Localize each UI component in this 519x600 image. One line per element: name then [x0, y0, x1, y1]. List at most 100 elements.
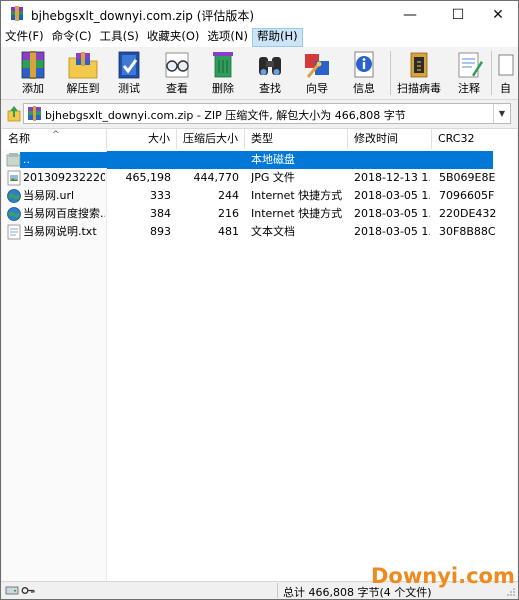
- minimize-button[interactable]: —: [389, 1, 431, 28]
- file-name: 当易网说明.txt: [23, 225, 97, 238]
- menu-tools[interactable]: 工具(S): [96, 28, 143, 47]
- file-modified: 2018-12-13 1...: [354, 171, 430, 184]
- table-row[interactable]: 当易网.url 333 244 Internet 快捷方式 2018-03-05…: [2, 187, 517, 205]
- table-row[interactable]: .. 本地磁盘: [2, 151, 517, 169]
- watermark: Downyi.com: [371, 564, 515, 588]
- drive-icon[interactable]: [5, 584, 19, 597]
- comment-icon: [458, 52, 483, 78]
- delete-button[interactable]: 删除: [201, 49, 245, 97]
- file-type: JPG 文件: [251, 171, 295, 184]
- minimize-icon: —: [403, 6, 417, 23]
- test-button[interactable]: 测试: [107, 49, 151, 97]
- resize-grip-icon[interactable]: [506, 587, 516, 597]
- test-label: 测试: [118, 82, 140, 95]
- file-name: 当易网百度搜索...: [23, 207, 105, 220]
- file-packed-size: 444,770: [193, 171, 240, 184]
- find-binoculars-icon: [259, 57, 281, 75]
- path-dropdown-button[interactable]: ▼: [493, 104, 510, 123]
- key-icon[interactable]: [21, 584, 35, 597]
- menu-file[interactable]: 文件(F): [1, 28, 48, 47]
- table-row[interactable]: 当易网说明.txt 893 481 文本文档 2018-03-05 1... 3…: [2, 223, 517, 241]
- view-glasses-icon: [165, 52, 189, 78]
- find-button[interactable]: 查找: [248, 49, 292, 97]
- menu-bar: 文件(F) 命令(C) 工具(S) 收藏夹(O) 选项(N) 帮助(H): [1, 28, 518, 47]
- file-crc: 30F8B88C: [439, 225, 496, 238]
- folder-up-icon: [6, 153, 21, 167]
- find-label: 查找: [259, 82, 281, 95]
- delete-icon: [213, 52, 233, 78]
- internet-shortcut-icon: [7, 207, 21, 221]
- column-header-modified[interactable]: 修改时间: [348, 129, 432, 149]
- close-button[interactable]: ✕: [477, 1, 519, 28]
- file-size: 465,198: [125, 171, 172, 184]
- scan-virus-button[interactable]: 扫描病毒: [397, 49, 441, 97]
- add-archive-icon: [21, 51, 45, 79]
- file-packed-size: 244: [218, 189, 239, 202]
- view-button[interactable]: 查看: [155, 49, 199, 97]
- column-header-name[interactable]: 名称 ^: [2, 129, 107, 149]
- file-packed-size: 216: [218, 207, 239, 220]
- file-crc: 7096605F: [439, 189, 495, 202]
- file-packed-size: 481: [218, 225, 239, 238]
- table-row[interactable]: 201309232220... 465,198 444,770 JPG 文件 2…: [2, 169, 517, 187]
- chevron-down-icon: ▼: [498, 109, 506, 118]
- comment-label: 注释: [458, 82, 480, 95]
- maximize-icon: ☐: [451, 6, 465, 23]
- menu-options[interactable]: 选项(N): [203, 28, 252, 47]
- info-icon: [354, 51, 374, 78]
- menu-favorites[interactable]: 收藏夹(O): [143, 28, 204, 47]
- info-label: 信息: [353, 82, 375, 95]
- menu-commands[interactable]: 命令(C): [48, 28, 96, 47]
- archive-path-field[interactable]: bjhebgsxlt_downyi.com.zip - ZIP 压缩文件, 解包…: [23, 103, 511, 124]
- add-label: 添加: [22, 82, 44, 95]
- text-file-icon: [7, 224, 21, 240]
- info-button[interactable]: 信息: [342, 49, 386, 97]
- file-crc: 220DE432: [439, 207, 497, 220]
- file-type: 文本文档: [251, 225, 295, 238]
- zip-archive-icon: [28, 106, 41, 121]
- file-crc: 5B069E8E: [439, 171, 496, 184]
- view-label: 查看: [166, 82, 188, 95]
- column-header-packed[interactable]: 压缩后大小: [177, 129, 245, 149]
- winrar-window: bjhebgsxlt_downyi.com.zip (评估版本) — ☐ ✕ 文…: [0, 0, 519, 600]
- toolbar-overflow-label: 自: [500, 82, 511, 95]
- up-one-level-icon[interactable]: [6, 105, 22, 123]
- test-icon: [118, 51, 140, 79]
- window-title: bjhebgsxlt_downyi.com.zip (评估版本): [31, 9, 255, 23]
- file-type: 本地磁盘: [251, 153, 295, 166]
- column-header-size[interactable]: 大小: [107, 129, 177, 149]
- file-type: Internet 快捷方式: [251, 189, 343, 202]
- file-name: ..: [23, 153, 30, 166]
- sort-ascending-icon: ^: [52, 130, 60, 140]
- file-name: 当易网.url: [23, 189, 75, 202]
- wizard-button[interactable]: 向导: [295, 49, 339, 97]
- file-modified: 2018-03-05 1...: [354, 225, 430, 238]
- address-bar: bjhebgsxlt_downyi.com.zip - ZIP 压缩文件, 解包…: [1, 100, 518, 128]
- image-file-icon: [7, 170, 21, 186]
- file-name: 201309232220...: [23, 171, 105, 184]
- table-row[interactable]: 当易网百度搜索... 384 216 Internet 快捷方式 2018-03…: [2, 205, 517, 223]
- maximize-button[interactable]: ☐: [437, 1, 479, 28]
- extract-to-label: 解压到: [66, 82, 100, 95]
- file-size: 893: [150, 225, 171, 238]
- file-type: Internet 快捷方式: [251, 207, 343, 220]
- file-size: 333: [150, 189, 171, 202]
- archive-path-text: bjhebgsxlt_downyi.com.zip - ZIP 压缩文件, 解包…: [45, 109, 406, 122]
- file-modified: 2018-03-05 1...: [354, 189, 430, 202]
- comment-button[interactable]: 注释: [447, 49, 491, 97]
- wizard-label: 向导: [306, 82, 328, 95]
- winrar-app-icon: [11, 6, 23, 21]
- menu-help[interactable]: 帮助(H): [252, 28, 303, 47]
- scan-virus-icon: [410, 52, 428, 78]
- add-button[interactable]: 添加: [11, 49, 55, 97]
- column-header-crc[interactable]: CRC32: [432, 129, 517, 149]
- file-list: 名称 ^ 大小 压缩后大小 类型 修改时间 CRC32 .. 本地磁盘 2013…: [2, 128, 517, 582]
- extract-folder-icon: [68, 52, 98, 79]
- column-header-type[interactable]: 类型: [245, 129, 348, 149]
- sfx-icon: [498, 54, 514, 76]
- delete-label: 删除: [212, 82, 234, 95]
- extract-to-button[interactable]: 解压到: [61, 49, 105, 97]
- close-icon: ✕: [492, 6, 504, 23]
- toolbar-overflow-button[interactable]: 自: [493, 49, 518, 97]
- title-bar[interactable]: bjhebgsxlt_downyi.com.zip (评估版本) — ☐ ✕: [1, 1, 518, 28]
